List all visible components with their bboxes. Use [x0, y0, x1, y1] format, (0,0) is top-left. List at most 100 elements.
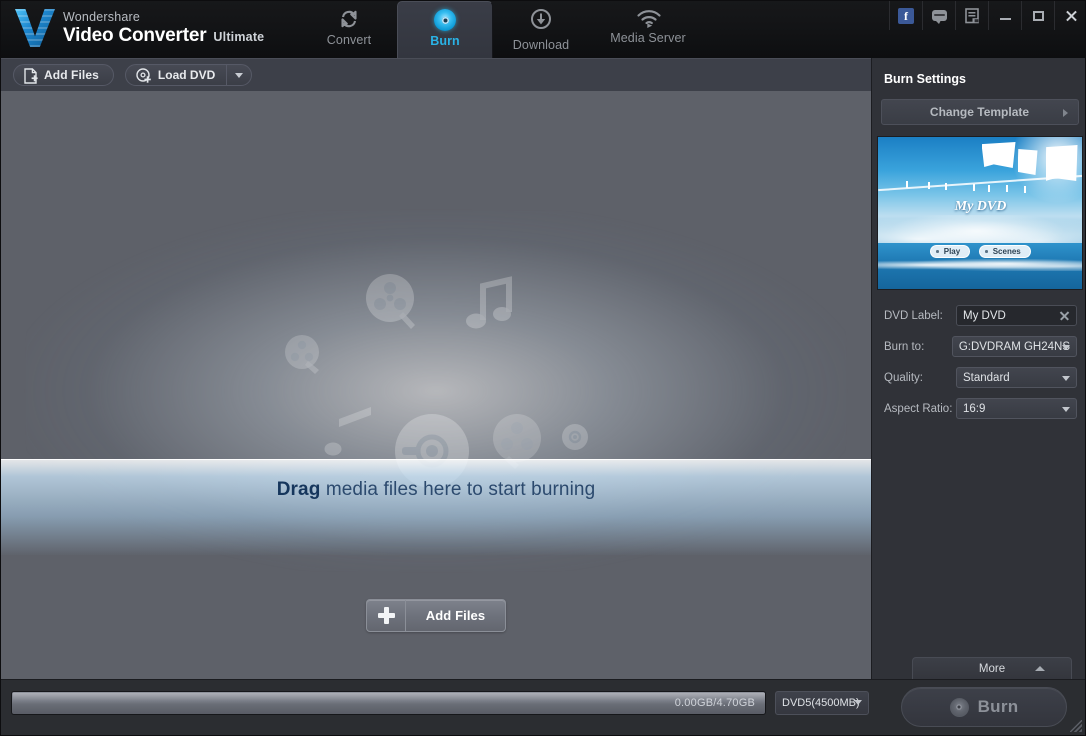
dvd-label-label: DVD Label: — [884, 309, 943, 322]
sea-foam — [877, 259, 1082, 271]
tab-download[interactable]: Download — [493, 1, 589, 58]
load-dvd-label: Load DVD — [157, 68, 216, 82]
film-reel-icon-small — [284, 334, 326, 381]
drop-zone-stage[interactable]: Drag media files here to start burning A… — [1, 91, 871, 679]
aspect-ratio-label: Aspect Ratio: — [884, 402, 953, 415]
chevron-down-icon — [1062, 407, 1070, 412]
add-files-center-label: Add Files — [425, 608, 486, 623]
dvd-label-input[interactable]: My DVD — [956, 305, 1077, 326]
aspect-ratio-select[interactable]: 16:9 — [956, 398, 1077, 419]
burn-disc-icon — [434, 9, 456, 31]
load-dvd-control: Load DVD — [124, 64, 253, 86]
more-settings-button[interactable]: More — [912, 657, 1072, 679]
drop-zone-message-emphasis: Drag — [276, 479, 321, 500]
close-icon — [1065, 9, 1078, 22]
highlight-band — [1, 459, 871, 555]
preview-scenes-label: Scenes — [992, 247, 1021, 256]
maximize-button[interactable] — [1021, 1, 1054, 30]
music-note-icon-small — [323, 399, 379, 466]
drop-zone-message: Drag media files here to start burning — [1, 479, 871, 501]
wondershare-v-logo-icon — [15, 7, 55, 49]
chat-icon — [931, 10, 947, 24]
brand-logo-area: Wondershare Video Converter Ultimate — [15, 7, 264, 49]
application-window: Wondershare Video Converter Ultimate Con… — [0, 0, 1086, 736]
drop-zone-message-rest: media files here to start burning — [320, 479, 596, 500]
chevron-right-icon — [1062, 109, 1068, 117]
chevron-up-icon — [1035, 666, 1045, 671]
burn-button-label: Burn — [977, 697, 1019, 716]
aspect-ratio-value: 16:9 — [963, 402, 986, 415]
tab-convert[interactable]: Convert — [301, 1, 397, 58]
toolbar: Add Files Load DVD — [1, 58, 871, 91]
chevron-down-icon — [1062, 345, 1070, 350]
quality-label: Quality: — [884, 371, 923, 384]
hanging-cloth-1 — [981, 142, 1016, 168]
disc-capacity-bar: 0.00GB/4.70GB — [11, 691, 766, 715]
chevron-down-icon — [854, 700, 862, 705]
dvd-preview-title: My DVD — [954, 199, 1007, 214]
dvd-label-value: My DVD — [963, 309, 1006, 322]
preview-scenes-button[interactable]: Scenes — [979, 245, 1031, 258]
burn-button[interactable]: Burn — [901, 687, 1067, 727]
close-button[interactable] — [1054, 1, 1085, 30]
tab-burn-label: Burn — [430, 34, 460, 48]
plus-icon — [377, 607, 395, 624]
tab-media-server[interactable]: Media Server — [589, 1, 707, 58]
burn-settings-panel: Burn Settings Change Template My DVD Pla… — [871, 58, 1085, 679]
preview-play-button[interactable]: Play — [930, 245, 971, 258]
burn-disc-icon — [949, 697, 969, 717]
cd-disc-icon-small — [561, 423, 589, 456]
more-label: More — [978, 662, 1006, 675]
maximize-icon — [1032, 10, 1044, 21]
chevron-down-icon — [235, 72, 244, 78]
music-note-icon-large — [463, 276, 515, 343]
quality-select[interactable]: Standard — [956, 367, 1077, 388]
settings-list: DVD Label: My DVD Burn to: G:DVDRAM GH24… — [872, 305, 1085, 419]
disc-add-icon — [136, 67, 151, 83]
main-tabs: Convert Burn Download Media Server — [301, 1, 707, 58]
film-reel-icon-large — [363, 273, 421, 336]
window-controls: f — [889, 1, 1085, 30]
file-add-icon — [24, 67, 38, 84]
hanging-cloth-2 — [1017, 149, 1038, 175]
plus-icon-box — [367, 600, 406, 631]
setting-row-dvd-label: DVD Label: My DVD — [884, 305, 1077, 326]
download-icon — [530, 8, 552, 35]
quality-value: Standard — [963, 371, 1010, 384]
facebook-button[interactable]: f — [889, 1, 922, 30]
brand-edition: Ultimate — [213, 30, 265, 45]
burn-to-select[interactable]: G:DVDRAM GH24NS — [951, 336, 1077, 357]
burn-settings-title: Burn Settings — [884, 72, 966, 86]
minimize-icon — [999, 17, 1011, 20]
resize-grip-icon[interactable] — [1070, 720, 1082, 732]
title-bar: Wondershare Video Converter Ultimate Con… — [1, 1, 1085, 58]
setting-row-aspect-ratio: Aspect Ratio: 16:9 — [884, 398, 1077, 419]
dvd-preview-buttons: Play Scenes — [878, 245, 1082, 258]
hanging-cloth-3 — [1045, 145, 1078, 181]
disc-type-select[interactable]: DVD5(4500MB) — [775, 691, 869, 715]
preview-play-label: Play — [943, 247, 961, 256]
tab-download-label: Download — [512, 38, 570, 52]
facebook-icon: f — [898, 7, 914, 24]
setting-row-quality: Quality: Standard — [884, 367, 1077, 388]
register-button[interactable] — [955, 1, 988, 30]
load-dvd-dropdown-button[interactable] — [226, 65, 251, 85]
add-files-label: Add Files — [44, 68, 99, 82]
brand-company: Wondershare — [63, 9, 141, 24]
wifi-icon — [636, 8, 661, 28]
add-files-center-button[interactable]: Add Files — [366, 599, 506, 632]
load-dvd-button[interactable]: Load DVD — [126, 65, 226, 85]
feedback-button[interactable] — [922, 1, 955, 30]
disc-type-value: DVD5(4500MB) — [782, 697, 860, 709]
add-files-button[interactable]: Add Files — [13, 64, 114, 86]
tab-media-server-label: Media Server — [610, 31, 686, 45]
clear-x-icon[interactable] — [1059, 310, 1070, 321]
convert-icon — [338, 8, 360, 30]
highlight-band-line — [1, 459, 871, 460]
chevron-down-icon — [1062, 376, 1070, 381]
minimize-button[interactable] — [988, 1, 1021, 30]
tab-burn[interactable]: Burn — [397, 1, 493, 58]
change-template-button[interactable]: Change Template — [880, 99, 1079, 125]
dvd-template-preview[interactable]: My DVD Play Scenes — [876, 136, 1083, 290]
setting-row-burn-to: Burn to: G:DVDRAM GH24NS — [884, 336, 1077, 357]
